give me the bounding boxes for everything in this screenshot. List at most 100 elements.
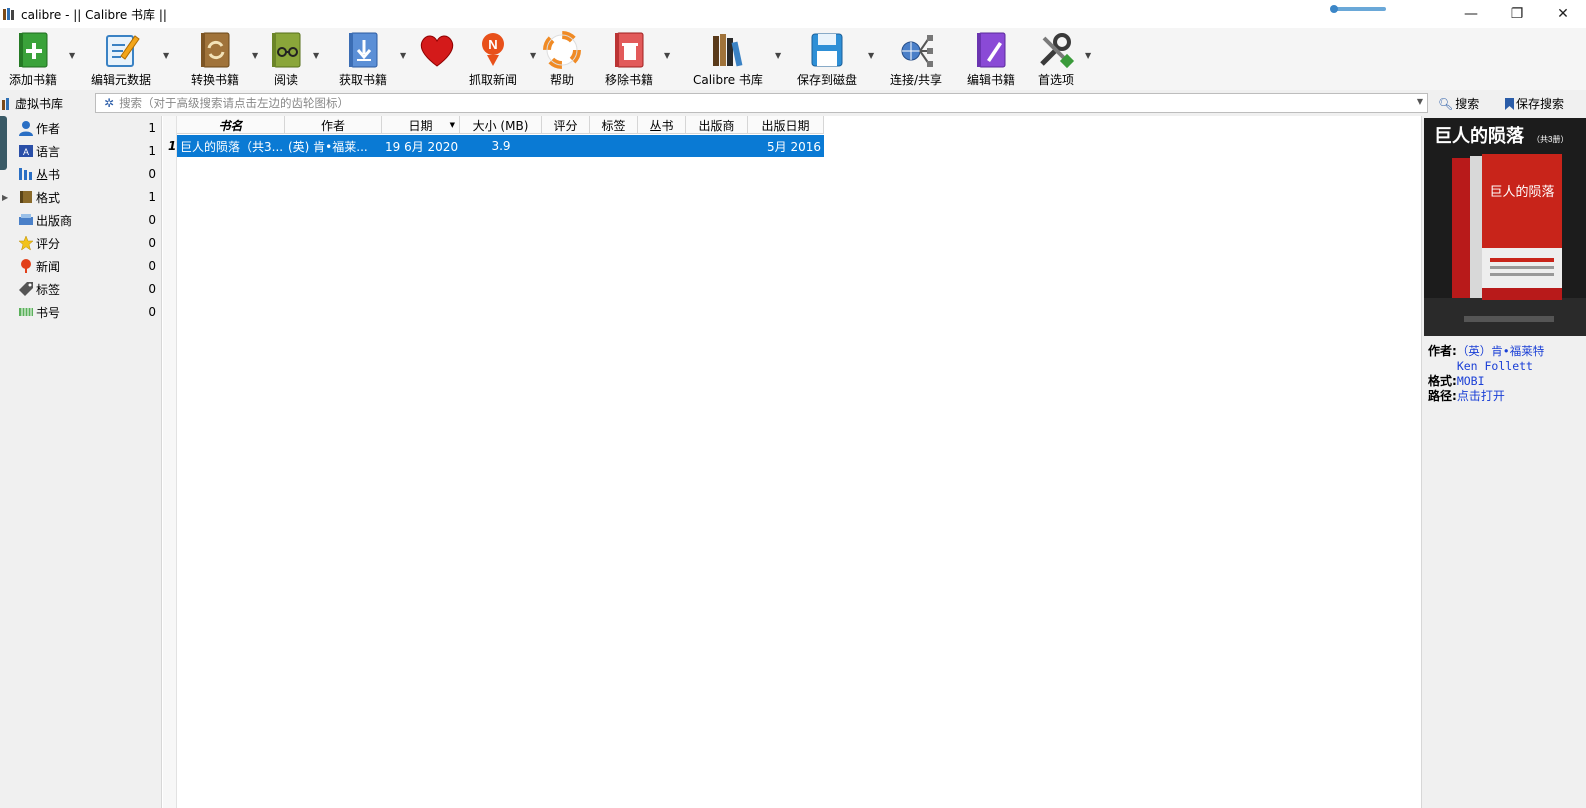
calibre-app-icon <box>3 8 14 20</box>
sidebar-item-tags[interactable]: 标签 0 <box>0 278 162 300</box>
convert-book-dropdown[interactable]: ▼ <box>252 51 258 60</box>
remove-book-button[interactable]: 移除书籍 <box>602 28 656 90</box>
close-button[interactable]: ✕ <box>1540 0 1586 28</box>
expand-arrow-icon[interactable]: ▶ <box>2 193 8 202</box>
cell-rating <box>542 135 590 157</box>
column-header-date[interactable]: 日期 ▼ <box>382 116 460 134</box>
column-header-pubdate[interactable]: 出版日期 <box>748 116 824 134</box>
column-header-title[interactable]: 书名 <box>177 116 285 134</box>
column-header-publisher[interactable]: 出版商 <box>686 116 748 134</box>
magnifier-icon: 🔍︎ <box>1438 96 1454 111</box>
author-link[interactable]: （英）肯•福莱特 Ken Follett <box>1457 344 1557 374</box>
connect-share-icon <box>901 35 933 67</box>
fetch-news-button[interactable]: N 抓取新闻 <box>466 28 520 90</box>
fetch-news-icon: N <box>482 33 504 66</box>
column-header-author[interactable]: 作者 <box>285 116 382 134</box>
svg-text:A: A <box>23 147 29 157</box>
edit-metadata-button[interactable]: 编辑元数据 <box>88 28 154 90</box>
sidebar-item-news[interactable]: 新闻 0 <box>0 255 162 277</box>
book-list: 书名 作者 日期 ▼ 大小 (MB) 评分 标签 丛书 出版商 出版日期 巨人的… <box>177 116 1425 808</box>
sidebar-item-languages[interactable]: A 语言 1 <box>0 140 162 162</box>
help-button[interactable]: 帮助 <box>542 28 582 90</box>
left-edge-handle[interactable] <box>0 116 7 170</box>
save-disk-icon <box>811 33 843 67</box>
book-metadata: 作者: （英）肯•福莱特 Ken Follett 格式: MOBI 路径: 点击… <box>1428 344 1557 404</box>
format-key: 格式: <box>1428 374 1457 388</box>
splitter-gutter[interactable] <box>163 116 177 808</box>
heart-icon <box>420 35 454 67</box>
preferences-button[interactable]: 首选项 <box>1032 28 1080 90</box>
save-to-disk-button[interactable]: 保存到磁盘 <box>794 28 860 90</box>
cover-subtitle: （共3册） <box>1532 135 1568 144</box>
window-title: calibre - || Calibre 书库 || <box>21 7 167 22</box>
virtual-library-button[interactable]: 虚拟书库 <box>2 95 63 112</box>
donate-heart-button[interactable] <box>415 28 459 90</box>
path-link[interactable]: 点击打开 <box>1457 389 1505 404</box>
person-icon <box>19 121 33 136</box>
save-search-button[interactable]: 保存搜索 <box>1505 95 1564 112</box>
slider-widget[interactable] <box>1330 5 1388 13</box>
tag-icon <box>19 282 33 296</box>
sidebar-item-authors[interactable]: 作者 1 <box>0 117 162 139</box>
preferences-icon <box>1040 33 1075 69</box>
remove-book-dropdown[interactable]: ▼ <box>664 51 670 60</box>
table-header: 书名 作者 日期 ▼ 大小 (MB) 评分 标签 丛书 出版商 出版日期 <box>177 116 824 134</box>
sidebar-item-series[interactable]: 丛书 0 <box>0 163 162 185</box>
calibre-library-button[interactable]: Calibre 书库 <box>680 28 776 90</box>
read-book-button[interactable]: 阅读 <box>266 28 306 90</box>
cell-series <box>638 135 686 157</box>
add-book-button[interactable]: 添加书籍 <box>8 28 58 90</box>
news-pin-icon <box>21 259 31 273</box>
gear-icon[interactable]: ✲ <box>104 96 114 110</box>
barcode-icon <box>19 308 33 316</box>
edit-metadata-dropdown[interactable]: ▼ <box>163 51 169 60</box>
minimize-button[interactable]: — <box>1448 0 1494 28</box>
column-header-tags[interactable]: 标签 <box>590 116 638 134</box>
get-books-icon <box>349 32 378 68</box>
cell-date: 19 6月 2020 <box>385 139 459 154</box>
virtual-library-icon <box>2 97 9 110</box>
search-button[interactable]: 🔍︎ 搜索 <box>1438 95 1479 112</box>
help-lifebuoy-icon <box>543 31 581 69</box>
chevron-down-icon[interactable]: ▼ <box>1417 97 1423 106</box>
edit-book-icon <box>977 32 1006 68</box>
column-header-rating[interactable]: 评分 <box>542 116 590 134</box>
maximize-button[interactable]: ❐ <box>1494 0 1540 28</box>
column-header-series[interactable]: 丛书 <box>638 116 686 134</box>
book-cover-image[interactable]: 巨人的陨落 巨人的陨落 （共3册） <box>1424 118 1586 336</box>
search-input[interactable]: ✲ 搜索（对于高级搜索请点击左边的齿轮图标） ▼ <box>95 93 1428 113</box>
get-books-dropdown[interactable]: ▼ <box>400 51 406 60</box>
fetch-news-dropdown[interactable]: ▼ <box>530 51 536 60</box>
star-icon <box>18 235 34 251</box>
remove-book-icon <box>615 32 644 68</box>
sidebar-item-rating[interactable]: 评分 0 <box>0 232 162 254</box>
edit-book-button[interactable]: 编辑书籍 <box>964 28 1018 90</box>
add-book-dropdown[interactable]: ▼ <box>69 51 75 60</box>
convert-book-button[interactable]: 转换书籍 <box>188 28 242 90</box>
save-to-disk-dropdown[interactable]: ▼ <box>868 51 874 60</box>
library-dropdown[interactable]: ▼ <box>775 51 781 60</box>
get-books-button[interactable]: 获取书籍 <box>336 28 390 90</box>
convert-book-icon <box>201 32 230 68</box>
format-link[interactable]: MOBI <box>1457 374 1485 389</box>
sidebar-item-formats[interactable]: ▶ 格式 1 <box>0 186 162 208</box>
sort-arrow-icon: ▼ <box>449 121 455 129</box>
path-key: 路径: <box>1428 389 1457 403</box>
table-row[interactable]: 巨人的陨落（共3... (英) 肯•福莱... 19 6月 2020 3.9 5… <box>177 135 824 157</box>
svg-text:N: N <box>488 37 497 52</box>
preferences-dropdown[interactable]: ▼ <box>1085 51 1091 60</box>
edit-metadata-icon <box>106 35 140 67</box>
cell-size: 3.9 <box>491 139 511 153</box>
cell-author: (英) 肯•福莱... <box>288 139 368 154</box>
format-book-icon <box>20 191 32 203</box>
cover-title: 巨人的陨落 <box>1434 125 1525 146</box>
cell-tags <box>590 135 638 157</box>
cell-title: 巨人的陨落（共3... <box>180 139 284 154</box>
read-book-dropdown[interactable]: ▼ <box>313 51 319 60</box>
book-details-panel: 巨人的陨落 巨人的陨落 （共3册） 作者: （英）肯•福莱特 Ken Folle… <box>1421 116 1586 808</box>
bookmark-icon <box>1505 97 1514 110</box>
sidebar-item-identifiers[interactable]: 书号 0 <box>0 301 162 323</box>
sidebar-item-publishers[interactable]: 出版商 0 <box>0 209 162 231</box>
column-header-size[interactable]: 大小 (MB) <box>460 116 542 134</box>
connect-share-button[interactable]: 连接/共享 <box>886 28 946 90</box>
